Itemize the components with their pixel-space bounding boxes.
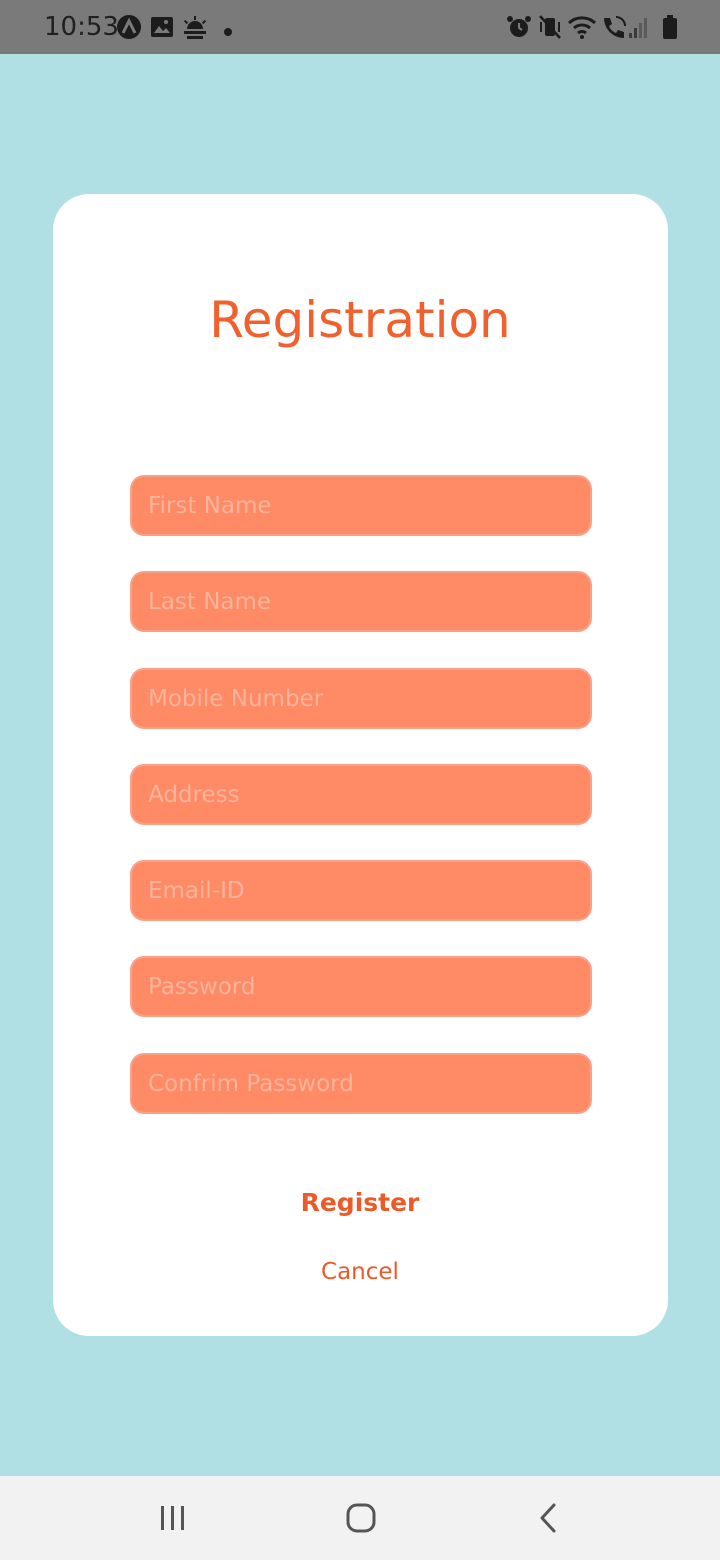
mobile-number-field[interactable] xyxy=(130,668,592,729)
alarm-icon xyxy=(506,14,532,44)
page-title: Registration xyxy=(209,291,511,349)
battery-icon xyxy=(662,14,678,44)
navigation-bar xyxy=(0,1476,720,1560)
status-bar: 10:53 xyxy=(0,0,720,54)
last-name-field[interactable] xyxy=(130,571,592,632)
home-icon[interactable] xyxy=(331,1490,391,1546)
confirm-password-field[interactable] xyxy=(130,1053,592,1114)
wifi-icon xyxy=(567,14,597,44)
first-name-field[interactable] xyxy=(130,475,592,536)
dot-icon xyxy=(223,22,233,41)
signal-icon xyxy=(628,15,650,43)
weather-icon xyxy=(182,15,208,43)
register-button[interactable]: Register xyxy=(0,1186,720,1220)
wifi-calling-icon xyxy=(600,14,628,44)
app-a-icon xyxy=(116,14,142,44)
password-field[interactable] xyxy=(130,956,592,1017)
vibrate-mute-icon xyxy=(538,14,562,44)
cancel-button[interactable]: Cancel xyxy=(0,1256,720,1288)
back-icon[interactable] xyxy=(518,1490,578,1546)
status-time: 10:53 xyxy=(44,12,119,42)
image-icon xyxy=(150,15,174,43)
recent-apps-icon[interactable] xyxy=(143,1490,203,1546)
email-field[interactable] xyxy=(130,860,592,921)
address-field[interactable] xyxy=(130,764,592,825)
